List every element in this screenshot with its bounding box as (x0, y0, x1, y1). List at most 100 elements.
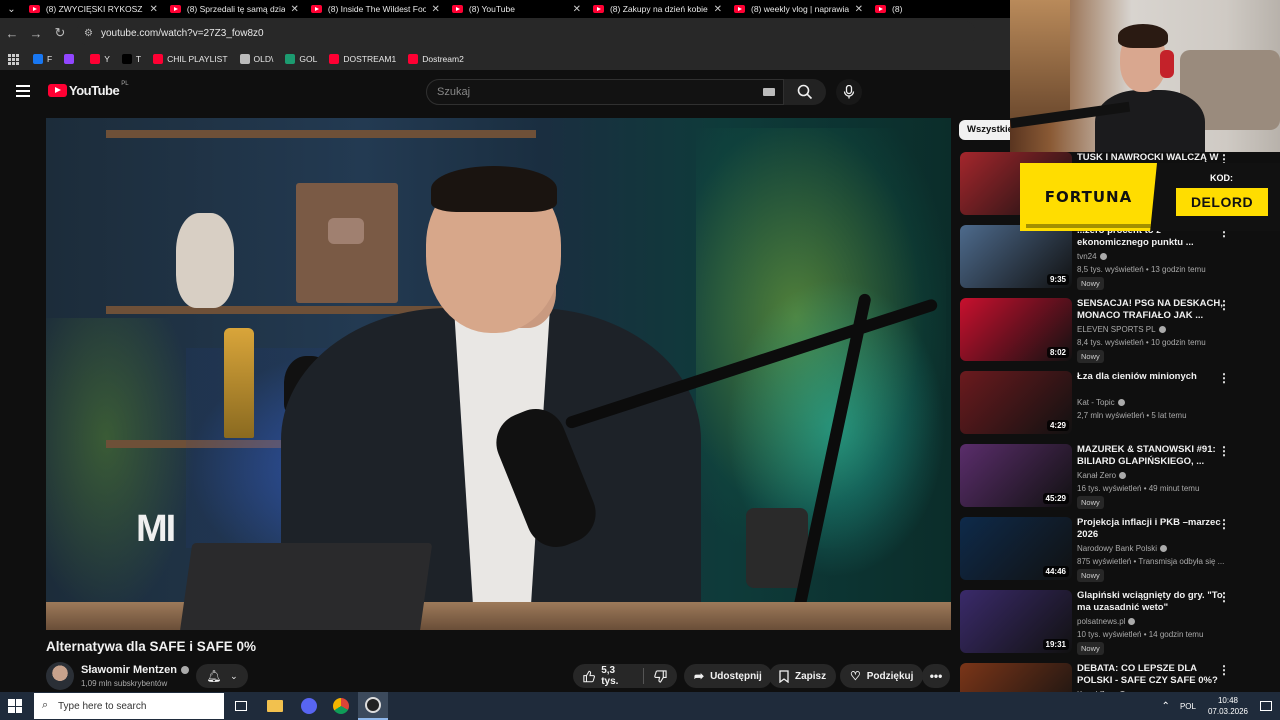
search-button[interactable] (784, 79, 826, 105)
tab-close-icon[interactable]: ✕ (855, 4, 863, 15)
recommendation-channel[interactable]: Kat - Topic (1077, 398, 1125, 407)
channel-label: tvn24 (1077, 252, 1097, 261)
video-thumbnail[interactable]: 19:31 (960, 590, 1072, 653)
recommendation-channel[interactable]: Narodowy Bank Polski (1077, 544, 1168, 553)
video-thumbnail[interactable]: 44:46 (960, 517, 1072, 580)
recommendation-title[interactable]: DEBATA: CO LEPSZE DLA POLSKI - SAFE CZY … (1077, 663, 1227, 687)
more-vertical-icon[interactable]: ⋮ (1218, 444, 1230, 458)
tab-close-icon[interactable]: ✕ (432, 4, 440, 15)
save-button[interactable]: Zapisz (769, 664, 837, 688)
browser-tab[interactable]: (8) YouTube ✕ (446, 0, 587, 18)
browser-tab[interactable]: (8) Inside The Wildest Football... ✕ (305, 0, 446, 18)
channel-label: ELEVEN SPORTS PL (1077, 325, 1156, 334)
bookmark-item[interactable]: Y (90, 54, 110, 64)
channel-label: Kanał Zero (1077, 471, 1117, 480)
bookmark-label: T (135, 54, 142, 64)
recommendation-title[interactable]: MAZUREK & STANOWSKI #91: BILIARD GLAPIŃS… (1077, 444, 1227, 468)
bell-icon: 🔔︎ (206, 669, 222, 683)
back-arrow-icon[interactable]: ← (0, 18, 24, 48)
share-button[interactable]: ➦ Udostępnij (684, 664, 772, 688)
bookmark-item[interactable]: Dostream2 (408, 54, 464, 64)
ad-code-label: KOD: (1210, 173, 1233, 183)
recommendation-item[interactable]: 4:29 Łza dla cieniów minionych ⋮ Kat - Topi… (960, 371, 1260, 437)
recommendation-item[interactable]: 8:02 SENSACJA! PSG NA DESKACH, MONACO TRA… (960, 298, 1260, 364)
more-horizontal-icon: ••• (929, 669, 943, 683)
video-thumbnail[interactable] (960, 663, 1072, 692)
more-vertical-icon[interactable]: ⋮ (1218, 371, 1230, 385)
youtube-logo[interactable]: YouTube PL (48, 80, 129, 98)
verified-icon (1117, 399, 1125, 406)
apps-grid-icon[interactable] (8, 53, 19, 65)
tab-close-icon[interactable]: ✕ (149, 4, 157, 15)
youtube-icon (90, 54, 101, 64)
forward-arrow-icon[interactable]: → (24, 18, 48, 48)
recommendation-title[interactable]: SENSACJA! PSG NA DESKACH, MONACO TRAFIAŁ… (1077, 298, 1227, 322)
bookmark-item[interactable]: GOL (285, 54, 317, 64)
recommendation-item[interactable]: 44:46 Projekcja inflacji i PKB –marzec 20… (960, 517, 1260, 583)
voice-search-button[interactable] (836, 79, 862, 105)
reload-icon[interactable]: ↻ (48, 18, 72, 48)
more-vertical-icon[interactable]: ⋮ (1218, 298, 1230, 312)
tab-close-icon[interactable]: ✕ (714, 4, 722, 15)
browser-tab[interactable]: (8) Zakupy na dzień kobiet - Yo... ✕ (587, 0, 728, 18)
task-view-icon[interactable] (226, 692, 256, 720)
more-vertical-icon[interactable]: ⋮ (1218, 590, 1230, 604)
tab-close-icon[interactable]: ✕ (573, 4, 581, 15)
recommendation-title[interactable]: Łza dla cieniów minionych (1077, 371, 1227, 383)
clock[interactable]: 10:48 07.03.2026 (1208, 695, 1248, 717)
country-code: PL (121, 80, 129, 87)
recommendation-title[interactable]: Glapiński wciągnięty do gry. "To ma uzas… (1077, 590, 1227, 614)
video-thumbnail[interactable]: 9:35 (960, 225, 1072, 288)
recommendation-title[interactable]: Projekcja inflacji i PKB –marzec 2026 (1077, 517, 1227, 541)
recommendation-item[interactable]: DEBATA: CO LEPSZE DLA POLSKI - SAFE CZY … (960, 663, 1260, 692)
bookmark-item[interactable]: T (121, 54, 142, 64)
channel-avatar[interactable] (46, 662, 74, 690)
file-explorer-icon[interactable] (260, 692, 290, 720)
video-player[interactable]: MI (46, 118, 951, 630)
obs-icon[interactable] (358, 692, 388, 720)
recommendation-channel[interactable]: ELEVEN SPORTS PL (1077, 325, 1166, 334)
thanks-button[interactable]: ♡ Podziękuj (840, 664, 924, 688)
bookmark-item[interactable]: CHIL PLAYLIST (153, 54, 228, 64)
taskbar-search-input[interactable]: ⌕ Type here to search (34, 693, 224, 719)
like-button[interactable]: 5,3 tys. (573, 664, 643, 688)
channel-name-link[interactable]: Sławomir Mentzen (81, 664, 189, 676)
bookmark-item[interactable]: F (33, 54, 52, 64)
more-actions-button[interactable]: ••• (922, 664, 950, 688)
video-thumbnail[interactable]: 4:29 (960, 371, 1072, 434)
browser-tab[interactable]: (8) (869, 0, 1010, 18)
menu-icon[interactable] (16, 85, 30, 97)
search-input[interactable]: Szukaj (426, 79, 784, 105)
tab-search-button[interactable]: ⌄ (0, 0, 23, 18)
address-bar[interactable]: ⚙ youtube.com/watch?v=27Z3_fow8z0 (76, 21, 976, 45)
recommendation-item[interactable]: 9:35...zero procent to z ekonomicznego p… (960, 225, 1260, 291)
more-vertical-icon[interactable]: ⋮ (1218, 517, 1230, 531)
ad-brand-logo: FORTUNA (1044, 188, 1133, 206)
subscription-bell-button[interactable]: 🔔︎ ⌄ (196, 664, 248, 688)
dislike-button[interactable] (644, 664, 677, 688)
keyboard-icon[interactable] (763, 88, 775, 96)
browser-tab[interactable]: (8) ZWYCIĘSKI RYKOSZET W 94... ✕ (23, 0, 164, 18)
bookmark-item[interactable]: DOSTREAM1 (329, 54, 396, 64)
recommendation-item[interactable]: 45:29 MAZUREK & STANOWSKI #91: BILIARD GL… (960, 444, 1260, 510)
video-thumbnail[interactable]: 8:02 (960, 298, 1072, 361)
tab-close-icon[interactable]: ✕ (291, 4, 299, 15)
bookmark-item[interactable] (64, 54, 78, 64)
recommendation-channel[interactable]: Kanał Zero (1077, 471, 1127, 480)
site-info-icon[interactable]: ⚙ (84, 28, 93, 39)
discord-icon[interactable] (294, 692, 324, 720)
recommendation-item[interactable]: 19:31 Glapiński wciągnięty do gry. "To ma… (960, 590, 1260, 656)
recommendation-channel[interactable]: tvn24 (1077, 252, 1107, 261)
more-vertical-icon[interactable]: ⋮ (1218, 663, 1230, 677)
browser-tab[interactable]: (8) Sprzedali tę samą działkę dwa... ✕ (164, 0, 305, 18)
bookmark-item[interactable]: OLD\ (239, 54, 273, 64)
browser-tab[interactable]: (8) weekly vlog | naprawiam sa... ✕ (728, 0, 869, 18)
recommendation-channel[interactable]: polsatnews.pl (1077, 617, 1136, 626)
video-thumbnail[interactable]: 45:29 (960, 444, 1072, 507)
chrome-icon[interactable] (326, 692, 356, 720)
language-indicator[interactable]: POL (1180, 702, 1196, 711)
windows-start-icon[interactable] (8, 699, 22, 713)
vase (176, 213, 234, 308)
notification-icon[interactable] (1260, 701, 1272, 711)
tray-chevron-up-icon[interactable]: ⌃ (1162, 701, 1170, 712)
